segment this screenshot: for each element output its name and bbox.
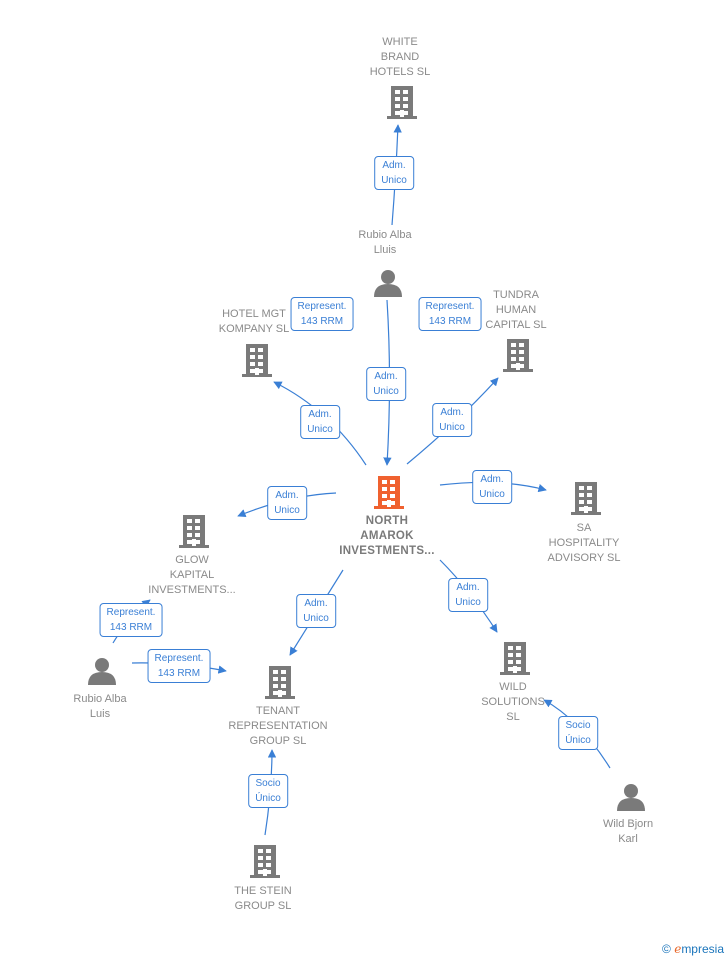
edge-label-line: Unico [455, 597, 481, 608]
edge-label-line: Adm. [480, 474, 504, 485]
node-label-line: WHITE [382, 36, 418, 48]
edge-label[interactable]: Adm. Unico [366, 367, 406, 401]
node-label-line: HOTEL MGT [222, 308, 286, 320]
edge-label-line: Único [255, 793, 281, 804]
edge-label[interactable]: Represent. 143 RRM [418, 297, 482, 331]
edge-label-line: Unico [373, 386, 399, 397]
node-label-line: REPRESENTATION [228, 720, 328, 732]
edge-label-line: 143 RRM [428, 316, 472, 327]
node-label-line: HUMAN [495, 304, 537, 316]
person-icon[interactable] [617, 784, 645, 811]
edge-label-line: Represent. [154, 653, 204, 664]
edge-label-line: 143 RRM [157, 668, 201, 679]
node-label-line: Lluis [373, 244, 397, 256]
node-label-line: WILD [499, 681, 527, 693]
node-label-line: KAPITAL [169, 569, 215, 581]
edge-label-line: Represent. [425, 301, 475, 312]
edge-label[interactable]: Adm. Unico [448, 578, 488, 612]
node-label-tundra[interactable]: TUNDRA HUMAN CAPITAL SL [485, 288, 546, 333]
node-label-line: Wild Bjorn [602, 818, 654, 830]
edge-label[interactable]: Represent. 143 RRM [99, 603, 163, 637]
edge-label[interactable]: Adm. Unico [472, 470, 512, 504]
edge-label[interactable]: Adm. Unico [374, 156, 414, 190]
edge-label-line: Socio [255, 778, 281, 789]
edge-label[interactable]: Represent. 143 RRM [147, 649, 211, 683]
building-icon[interactable] [179, 515, 209, 548]
building-icon[interactable] [265, 666, 295, 699]
edge-label[interactable]: Adm. Unico [267, 486, 307, 520]
node-label-line: NORTH [365, 515, 409, 527]
edge-label[interactable]: Adm. Unico [300, 405, 340, 439]
edge-label-line: Adm. [440, 407, 464, 418]
node-label-line: CAPITAL SL [485, 319, 547, 331]
node-label-line: AMAROK [360, 530, 414, 542]
edge-label[interactable]: Adm. Unico [432, 403, 472, 437]
edge-label-line: Represent. [106, 607, 156, 618]
node-label-wild-solutions[interactable]: WILD SOLUTIONS SL [481, 680, 545, 725]
node-label-line: GROUP SL [234, 900, 292, 912]
node-label-sa-hospitality[interactable]: SA HOSPITALITY ADVISORY SL [548, 521, 621, 566]
node-label-line: SA [576, 522, 592, 534]
building-icon[interactable] [374, 476, 404, 509]
edge-label-line: Unico [307, 424, 333, 435]
edge-label-line: Socio [565, 720, 591, 731]
edge-label[interactable]: Represent. 143 RRM [290, 297, 354, 331]
edge-label-line: Unico [381, 175, 407, 186]
building-icon[interactable] [500, 642, 530, 675]
node-label-line: BRAND [380, 51, 420, 63]
edge-label-line: Unico [479, 489, 505, 500]
node-label-stein[interactable]: THE STEIN GROUP SL [234, 884, 291, 914]
node-label-line: HOSPITALITY [548, 537, 620, 549]
building-icon[interactable] [503, 339, 533, 372]
node-label-white-brand[interactable]: WHITE BRAND HOTELS SL [370, 35, 431, 80]
node-label-glow-kapital[interactable]: GLOW KAPITAL INVESTMENTS... [148, 553, 235, 598]
node-label-line: SOLUTIONS [481, 696, 545, 708]
edge-label[interactable]: Socio Único [248, 774, 288, 808]
building-icon[interactable] [387, 86, 417, 119]
edge-label-line: Adm. [456, 582, 480, 593]
empresia-logo: © empresia [662, 942, 724, 956]
node-label-tenant[interactable]: TENANT REPRESENTATION GROUP SL [228, 704, 327, 749]
edge-label-line: Adm. [275, 490, 299, 501]
node-label-line: GLOW [175, 554, 209, 566]
person-icon[interactable] [88, 658, 116, 685]
edge-label-line: Unico [274, 505, 300, 516]
building-icon[interactable] [242, 344, 272, 377]
edge-label-line: Unico [439, 422, 465, 433]
edge-label-line: 143 RRM [300, 316, 344, 327]
node-label-north-amarok[interactable]: NORTH AMAROK INVESTMENTS... [339, 514, 435, 559]
node-label-line: TUNDRA [493, 289, 539, 301]
node-label-line: INVESTMENTS... [148, 584, 236, 596]
node-label-line: Luis [89, 708, 111, 720]
node-label-line: TENANT [256, 705, 300, 717]
edge-label-line: Adm. [382, 160, 406, 171]
node-label-line: HOTELS SL [369, 66, 431, 78]
node-label-line: ADVISORY SL [547, 552, 621, 564]
node-label-line: INVESTMENTS... [339, 545, 435, 557]
edge-label-line: 143 RRM [109, 622, 153, 633]
node-label-line: Rubio Alba [73, 693, 127, 705]
edge-label[interactable]: Socio Único [558, 716, 598, 750]
edge-label-line: Adm. [304, 598, 328, 609]
edge-label-line: Adm. [374, 371, 398, 382]
node-label-rubio-alba-luis[interactable]: Rubio Alba Luis [73, 692, 126, 722]
node-label-rubio-alba-lluis[interactable]: Rubio Alba Lluis [358, 228, 411, 258]
network-graph [88, 86, 645, 878]
person-icon[interactable] [374, 270, 402, 297]
node-label-line: GROUP SL [249, 735, 307, 747]
node-label-line: KOMPANY SL [218, 323, 290, 335]
node-label-wild-bjorn[interactable]: Wild Bjorn Karl [603, 817, 653, 847]
node-label-hotel-mgt[interactable]: HOTEL MGT KOMPANY SL [219, 307, 290, 337]
building-icon[interactable] [250, 845, 280, 878]
edge-label[interactable]: Adm. Unico [296, 594, 336, 628]
node-label-line: SL [506, 711, 520, 723]
building-icon[interactable] [571, 482, 601, 515]
node-label-line: Karl [618, 833, 638, 845]
edge-label-line: Unico [303, 613, 329, 624]
node-label-line: THE STEIN [234, 885, 292, 897]
edge-label-line: Único [565, 735, 591, 746]
edge-label-line: Adm. [308, 409, 332, 420]
node-label-line: Rubio Alba [358, 229, 412, 241]
edge-label-line: Represent. [297, 301, 347, 312]
